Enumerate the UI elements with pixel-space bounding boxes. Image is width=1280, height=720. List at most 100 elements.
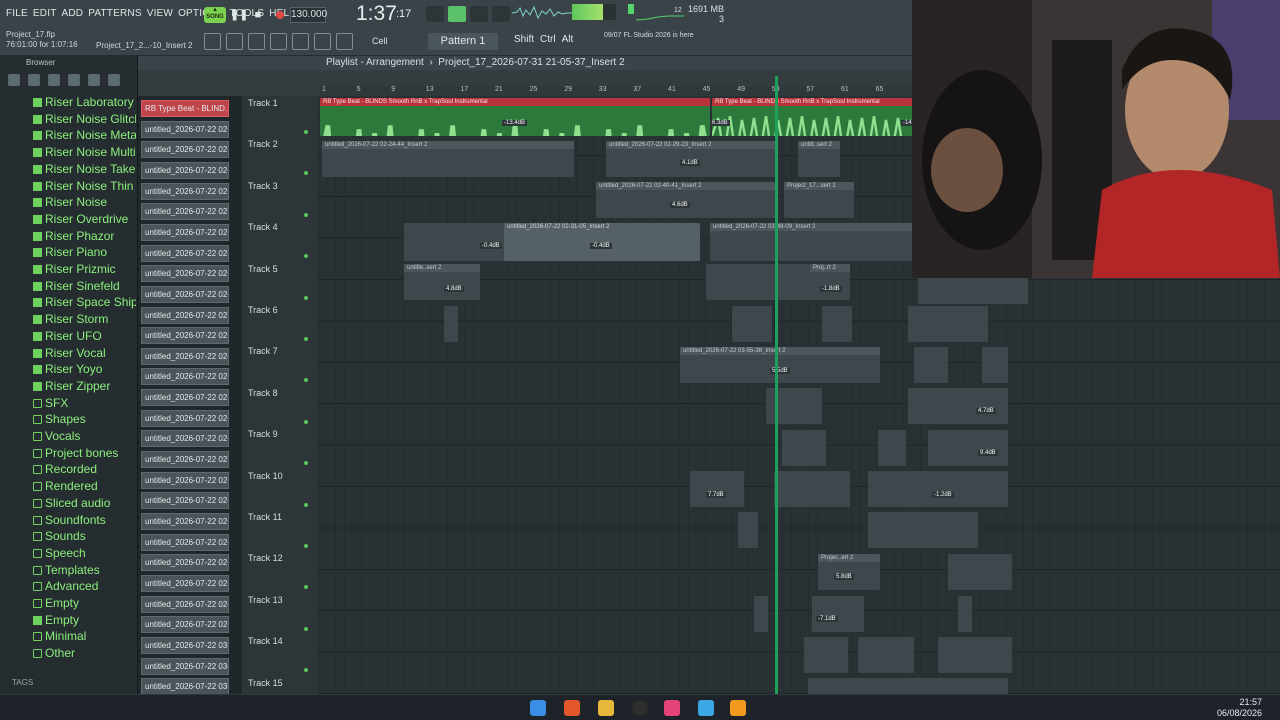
audio-clip[interactable]: untitled_2026-07-22 02-29-23_Insert 2 bbox=[606, 141, 778, 177]
channel-button[interactable]: untitled_2026-07-22 02-... bbox=[141, 347, 229, 365]
track-label[interactable]: Track 8 bbox=[248, 388, 278, 398]
track-mute-led[interactable] bbox=[304, 544, 308, 548]
track-label[interactable]: Track 14 bbox=[248, 636, 283, 646]
track-mute-led[interactable] bbox=[304, 585, 308, 590]
track-label[interactable]: Track 11 bbox=[248, 512, 282, 522]
audio-clip[interactable] bbox=[738, 512, 758, 548]
audio-clip[interactable] bbox=[958, 596, 972, 632]
browser-item[interactable]: Riser Noise bbox=[0, 194, 136, 210]
start-menu-icon[interactable] bbox=[530, 700, 546, 716]
browser-item[interactable]: Empty bbox=[0, 595, 136, 611]
file-explorer-icon[interactable] bbox=[598, 700, 614, 716]
track-label[interactable]: Track 3 bbox=[248, 181, 278, 191]
audio-clip[interactable]: Proj..rt 2 bbox=[810, 264, 850, 300]
track-mute-led[interactable] bbox=[304, 295, 308, 300]
browser-item[interactable]: Riser Sinefeld bbox=[0, 278, 136, 294]
browser-item[interactable]: Rendered bbox=[0, 478, 136, 494]
channel-button[interactable]: untitled_2026-07-22 03-... bbox=[141, 678, 229, 696]
channel-button[interactable]: untitled_2026-07-22 02-... bbox=[141, 327, 229, 345]
track-mute-led[interactable] bbox=[304, 337, 308, 341]
browser-item[interactable]: Vocals bbox=[0, 428, 136, 444]
menu-patterns[interactable]: PATTERNS bbox=[88, 8, 141, 19]
channel-button[interactable]: untitled_2026-07-22 02-... bbox=[141, 244, 229, 262]
shift-key-button[interactable]: Shift bbox=[514, 34, 534, 45]
audio-clip[interactable] bbox=[938, 637, 1012, 673]
audio-clip[interactable] bbox=[774, 471, 850, 507]
channel-button[interactable]: untitled_2026-07-22 03-... bbox=[141, 636, 229, 654]
pause-button[interactable]: ❚❚ bbox=[230, 7, 248, 23]
channel-button[interactable]: RB Type Beat - BLIND... bbox=[141, 100, 229, 117]
channel-button[interactable]: untitled_2026-07-22 02-... bbox=[141, 120, 229, 138]
audio-clip[interactable]: untitled_2026-07-22 02-24-44_Insert 2 bbox=[322, 141, 574, 177]
track-mute-led[interactable] bbox=[304, 502, 308, 507]
channel-button[interactable]: untitled_2026-07-22 02-... bbox=[141, 513, 229, 530]
audio-clip[interactable]: untitl..sert 2 bbox=[798, 141, 840, 177]
browser-item[interactable]: Riser Space Ship bbox=[0, 294, 136, 310]
channel-button[interactable]: untitled_2026-07-22 02-... bbox=[141, 223, 229, 241]
track-label[interactable]: Track 1 bbox=[248, 98, 278, 108]
track-mute-led[interactable] bbox=[304, 461, 308, 466]
audio-clip[interactable] bbox=[804, 637, 848, 673]
audio-clip[interactable] bbox=[948, 554, 1012, 590]
audio-clip[interactable]: untitled_2026-07-22 03-48-09_Insert 2 bbox=[710, 223, 912, 261]
browser-item[interactable]: Other bbox=[0, 645, 136, 661]
channel-button[interactable]: untitled_2026-07-22 02-... bbox=[141, 595, 229, 613]
menu-view[interactable]: VIEW bbox=[147, 8, 173, 19]
blend-notes-icon[interactable] bbox=[470, 6, 488, 22]
browser-item[interactable]: Riser Vocal bbox=[0, 345, 136, 361]
audio-clip[interactable] bbox=[908, 388, 1008, 424]
track-label[interactable]: Track 13 bbox=[248, 595, 283, 605]
menu-edit[interactable]: EDIT bbox=[33, 8, 57, 19]
browser-cloud-icon[interactable] bbox=[88, 74, 100, 86]
track-label[interactable]: Track 2 bbox=[248, 139, 278, 149]
browser-item[interactable]: Riser Storm bbox=[0, 311, 136, 327]
audio-clip[interactable]: Project_17...sert 2 bbox=[784, 182, 854, 218]
track-label[interactable]: Track 4 bbox=[248, 222, 278, 232]
track-label[interactable]: Track 12 bbox=[248, 553, 283, 563]
piano-roll-icon[interactable] bbox=[248, 33, 265, 50]
play-arrow-icon[interactable] bbox=[314, 33, 331, 50]
playhead-marker[interactable] bbox=[775, 76, 778, 694]
browser-copy-icon[interactable] bbox=[28, 74, 40, 86]
snap-selector[interactable]: Cell bbox=[362, 34, 414, 48]
audio-clip[interactable] bbox=[822, 306, 852, 342]
channel-button[interactable]: untitled_2026-07-22 02-... bbox=[141, 306, 229, 324]
track-label[interactable]: Track 7 bbox=[248, 346, 278, 356]
browser-item[interactable]: Soundfonts bbox=[0, 512, 136, 528]
channel-button[interactable]: untitled_2026-07-22 02-... bbox=[141, 182, 229, 200]
track-label[interactable]: Track 15 bbox=[248, 678, 283, 688]
audio-clip[interactable] bbox=[878, 430, 906, 466]
tempo-display[interactable]: 130.000 bbox=[290, 7, 327, 23]
channel-button[interactable]: untitled_2026-07-22 02-... bbox=[141, 368, 229, 386]
browser-item[interactable]: Recorded bbox=[0, 461, 136, 477]
audio-clip[interactable]: RB Type Beat - BLINDS Smooth RnB x TrapS… bbox=[712, 98, 912, 136]
tiktok-icon[interactable] bbox=[664, 700, 680, 716]
track-label[interactable]: Track 10 bbox=[248, 471, 283, 481]
channel-button[interactable]: untitled_2026-07-22 02-... bbox=[141, 430, 229, 448]
audio-clip[interactable] bbox=[812, 596, 864, 632]
audio-clip[interactable] bbox=[690, 471, 744, 507]
browser-item[interactable]: Riser UFO bbox=[0, 328, 136, 344]
ctrl-key-button[interactable]: Ctrl bbox=[540, 34, 556, 45]
browser-item[interactable]: Empty bbox=[0, 612, 136, 628]
browser-item[interactable]: Minimal bbox=[0, 628, 136, 644]
timeline-ruler[interactable]: 1591317212529333741454953576165 bbox=[320, 86, 912, 96]
channel-button[interactable]: untitled_2026-07-22 02-... bbox=[141, 409, 229, 427]
system-clock[interactable]: 21:57 06/08/2026 bbox=[1217, 697, 1262, 719]
browser-item[interactable]: Shapes bbox=[0, 411, 136, 427]
menu-add[interactable]: ADD bbox=[62, 8, 84, 19]
audio-clip[interactable] bbox=[914, 347, 948, 383]
audio-clip[interactable] bbox=[732, 306, 772, 342]
track-mute-led[interactable] bbox=[304, 419, 308, 424]
browser-item[interactable]: Advanced bbox=[0, 578, 136, 594]
channel-rack-icon[interactable] bbox=[204, 33, 221, 50]
audio-clip[interactable] bbox=[868, 512, 978, 548]
browser-forward-icon[interactable] bbox=[68, 74, 80, 86]
browser-item[interactable]: Riser Noise Multi bbox=[0, 144, 136, 160]
fl-studio-icon[interactable] bbox=[730, 700, 746, 716]
channel-button[interactable]: untitled_2026-07-22 02-... bbox=[141, 574, 229, 592]
browser-collapse-icon[interactable] bbox=[8, 74, 20, 86]
channel-button[interactable]: untitled_2026-07-22 02-... bbox=[141, 451, 229, 469]
track-label[interactable]: Track 5 bbox=[248, 264, 278, 274]
audio-clip[interactable] bbox=[808, 678, 1008, 694]
